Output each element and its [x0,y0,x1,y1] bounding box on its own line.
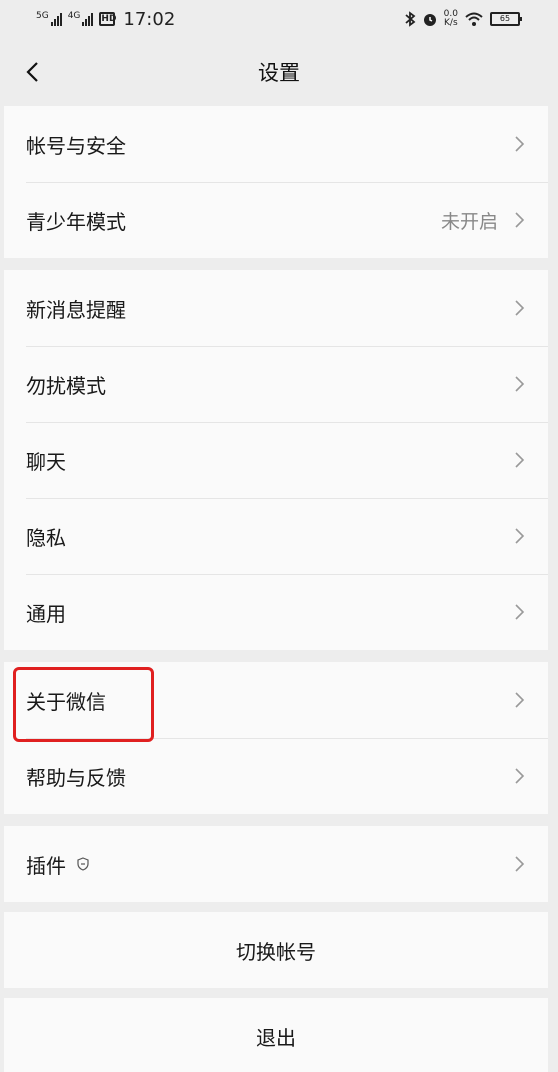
row-label: 通用 [26,601,66,626]
settings-row-privacy[interactable]: 隐私 [4,498,548,574]
bluetooth-icon [405,11,416,27]
row-label: 帮助与反馈 [26,765,126,790]
signal-5g-label: 5G [36,11,49,21]
status-bar: 5G 4G HD 17:02 0.0 K/s 65 [0,0,558,38]
switch-account-label: 切换帐号 [236,939,316,964]
chevron-right-icon [515,856,525,872]
chevron-right-icon [515,768,525,784]
row-label: 勿扰模式 [26,373,106,398]
chevron-right-icon [515,300,525,316]
settings-row-do-not-disturb[interactable]: 勿扰模式 [4,346,548,422]
chevron-right-icon [515,376,525,392]
row-value: 未开启 [440,210,498,233]
chevron-right-icon [515,212,525,228]
chevron-right-icon [515,692,525,708]
logout-label: 退出 [256,1025,296,1050]
settings-row-chat[interactable]: 聊天 [4,422,548,498]
settings-row-plugins[interactable]: 插件 [4,826,548,902]
chevron-right-icon [515,452,525,468]
row-label: 聊天 [26,449,66,474]
highlight-box [13,667,154,742]
row-label: 青少年模式 [26,209,126,234]
settings-group-account: 帐号与安全 青少年模式 未开启 [4,106,548,258]
settings-row-general[interactable]: 通用 [4,574,548,650]
hd-icon: HD [99,12,117,26]
chevron-right-icon [515,528,525,544]
settings-row-account-security[interactable]: 帐号与安全 [4,106,548,182]
chevron-right-icon [515,136,525,152]
alarm-icon [423,14,436,26]
row-label: 帐号与安全 [26,133,126,158]
row-label: 新消息提醒 [26,297,126,322]
logout-button[interactable]: 退出 [4,998,548,1072]
wifi-icon [465,12,483,26]
signal-4g-icon: 4G [68,12,94,26]
chevron-right-icon [515,604,525,620]
status-left: 5G 4G HD 17:02 [36,9,175,30]
back-arrow-icon[interactable] [22,60,46,84]
battery-level: 65 [499,14,511,23]
signal-5g-icon: 5G [36,12,62,26]
page-title: 设置 [258,61,300,85]
settings-row-help-feedback[interactable]: 帮助与反馈 [4,738,548,814]
status-time: 17:02 [123,8,176,30]
shield-icon [77,857,89,871]
row-label: 插件 [26,853,66,878]
switch-account-button[interactable]: 切换帐号 [4,912,548,988]
net-speed: 0.0 K/s [444,10,458,28]
battery-icon: 65 [490,12,522,26]
net-speed-unit: K/s [444,18,458,28]
settings-group-general: 新消息提醒 勿扰模式 聊天 隐私 通用 [4,270,548,650]
settings-group-plugins: 插件 [4,826,548,902]
settings-row-teen-mode[interactable]: 青少年模式 未开启 [4,182,548,258]
signal-4g-label: 4G [67,11,81,21]
row-label: 隐私 [26,525,66,550]
status-right: 0.0 K/s 65 [404,10,522,28]
settings-row-notifications[interactable]: 新消息提醒 [4,270,548,346]
nav-bar: 设置 [0,38,558,106]
